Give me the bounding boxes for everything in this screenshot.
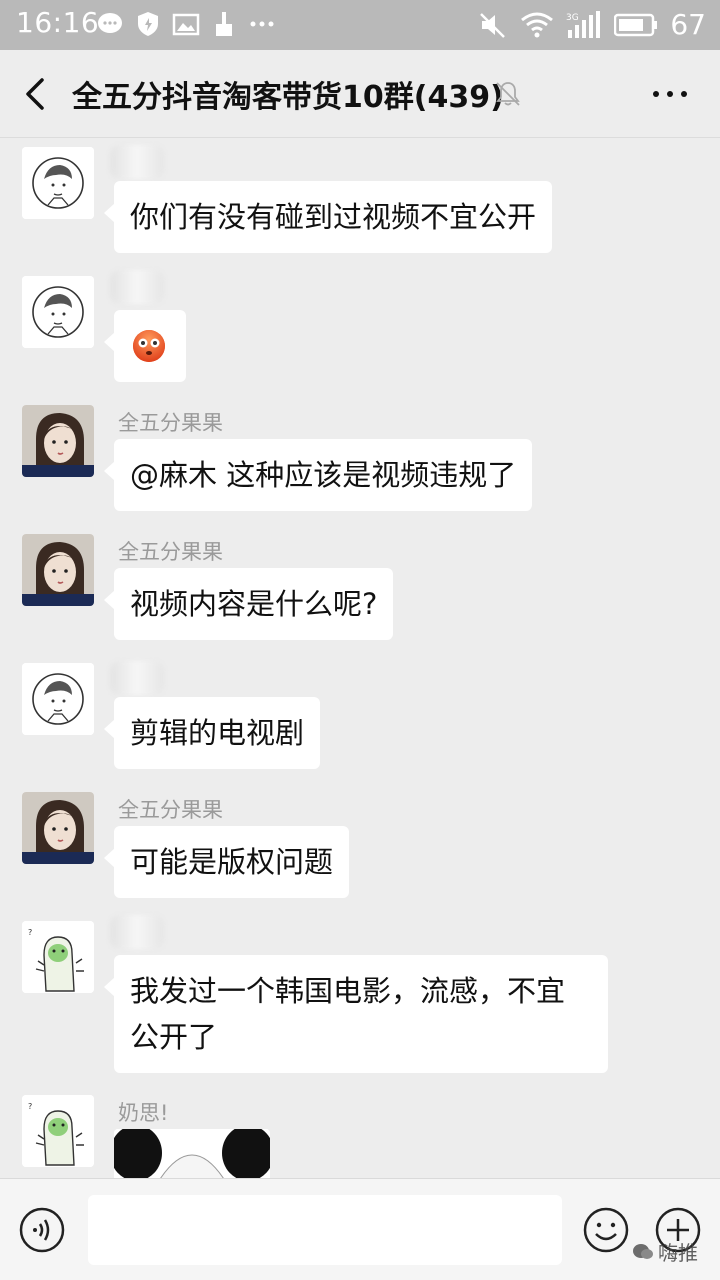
voice-input-icon[interactable] xyxy=(18,1206,66,1254)
message-bubble[interactable]: 你们有没有碰到过视频不宜公开 xyxy=(103,181,553,253)
wechat-logo-icon xyxy=(633,1243,653,1259)
photo-avatar[interactable] xyxy=(22,792,94,864)
svg-text:?: ? xyxy=(28,928,32,937)
battery-level: 67 xyxy=(670,8,706,41)
sketch-avatar[interactable] xyxy=(22,147,94,219)
battery-icon xyxy=(614,13,658,36)
more-notifications-icon xyxy=(250,21,274,27)
sender-name-blurred xyxy=(110,145,164,179)
cartoon-avatar[interactable]: ? xyxy=(22,921,94,993)
photo-avatar[interactable] xyxy=(22,534,94,606)
status-time: 16:16 xyxy=(16,6,100,39)
back-arrow-icon[interactable] xyxy=(14,72,58,116)
cartoon-avatar[interactable]: ? xyxy=(22,1095,94,1167)
sender-name: 全五分果果 xyxy=(118,411,223,435)
brush-icon xyxy=(216,12,232,36)
message-bubble[interactable]: 我发过一个韩国电影，流感，不宜 公开了 xyxy=(104,955,608,1073)
message-bubble[interactable]: 视频内容是什么呢? xyxy=(103,568,394,640)
panda-sticker-image[interactable] xyxy=(114,1129,270,1178)
image-icon xyxy=(172,13,200,36)
message-bubble[interactable]: 剪辑的电视剧 xyxy=(103,697,321,769)
message-text-line: 公开了 xyxy=(130,1020,218,1054)
status-bar: 16:16 3G 67 xyxy=(0,0,720,50)
sender-name-blurred xyxy=(110,661,164,695)
svg-text:?: ? xyxy=(28,1102,32,1111)
mute-bell-icon xyxy=(496,82,520,106)
message-input-bar: 嗨推 xyxy=(0,1178,720,1280)
more-options-icon[interactable] xyxy=(650,78,690,110)
message-bubble[interactable]: @麻木 这种应该是视频违规了 xyxy=(103,439,533,511)
sketch-avatar[interactable] xyxy=(22,663,94,735)
watermark: 嗨推 xyxy=(632,1237,698,1266)
sender-name-blurred xyxy=(110,270,164,304)
photo-avatar[interactable] xyxy=(22,405,94,477)
shield-icon xyxy=(138,12,158,36)
chat-title: 全五分抖音淘客带货10群(439) xyxy=(72,80,504,115)
flushed-face-emoji-icon xyxy=(133,330,165,362)
sender-name: 全五分果果 xyxy=(118,540,223,564)
wifi-icon xyxy=(521,12,554,37)
emoji-icon[interactable] xyxy=(582,1206,630,1254)
chat-header: 全五分抖音淘客带货10群(439) xyxy=(0,50,720,138)
sender-name: 全五分果果 xyxy=(118,798,223,822)
message-bubble[interactable] xyxy=(104,310,186,382)
watermark-text: 嗨推 xyxy=(658,1241,698,1265)
sketch-avatar[interactable] xyxy=(22,276,94,348)
chat-message-list[interactable]: 你们有没有碰到过视频不宜公开 全五分果果 @麻木 这种应该是视频违规了 全五分果… xyxy=(0,139,720,1178)
chat-notification-icon xyxy=(98,13,122,33)
message-text-line: 我发过一个韩国电影，流感，不宜 xyxy=(130,974,566,1008)
signal-icon: 3G xyxy=(566,10,601,38)
network-type: 3G xyxy=(566,13,579,23)
mute-icon xyxy=(480,12,506,38)
message-bubble[interactable]: 可能是版权问题 xyxy=(103,826,350,898)
sender-name: 奶思! xyxy=(118,1101,169,1125)
sender-name-blurred xyxy=(110,915,164,949)
message-text-input[interactable] xyxy=(88,1195,562,1265)
